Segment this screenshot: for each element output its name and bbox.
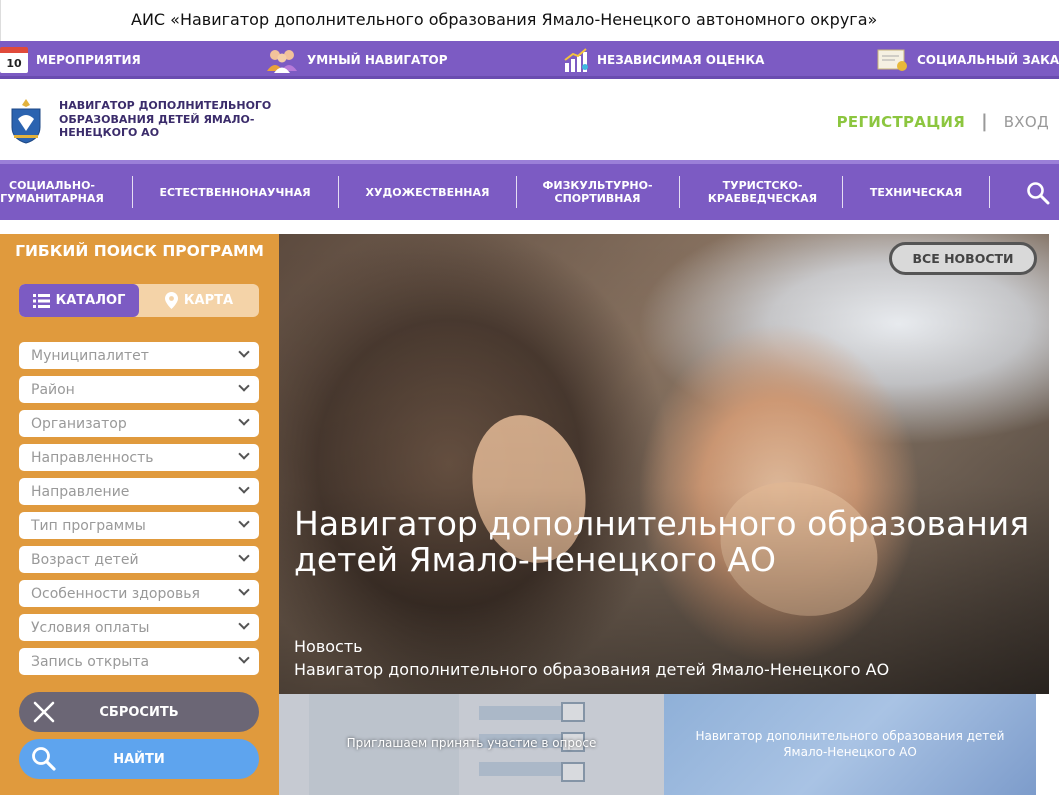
category-nav: Социально-гуманитарная Естественнонаучна…	[0, 160, 1059, 220]
panel-title: Гибкий поиск программ	[15, 242, 264, 260]
filter-focus[interactable]: Направленность	[19, 444, 259, 471]
filter-payment[interactable]: Условия оплаты	[19, 614, 259, 641]
card-caption: Приглашаем принять участие в опросе	[346, 736, 597, 750]
chevron-down-icon	[238, 516, 250, 528]
filter-direction[interactable]: Направление	[19, 478, 259, 505]
close-icon	[33, 701, 55, 723]
news-card[interactable]: Навигатор дополнительного образования де…	[664, 694, 1036, 795]
hero-news-slide[interactable]: Все новости Навигатор дополнительного об…	[279, 234, 1049, 694]
search-icon	[32, 747, 56, 771]
auth-links: Регистрация | Вход	[837, 111, 1049, 132]
site-header: Навигатор дополнительного образования де…	[0, 79, 1059, 161]
service-events[interactable]: 10 Мероприятия	[0, 41, 141, 79]
catalog-tab-label: Каталог	[55, 293, 126, 308]
search-icon[interactable]	[1026, 181, 1050, 205]
category-technical[interactable]: Техническая	[850, 164, 982, 220]
hero-overlay	[279, 234, 1049, 694]
filter-program-type[interactable]: Тип программы	[19, 512, 259, 539]
nav-divider	[842, 176, 843, 208]
auth-separator: |	[981, 111, 988, 132]
news-tag: Новость	[294, 637, 363, 656]
filter-organizer[interactable]: Организатор	[19, 410, 259, 437]
filter-child-age[interactable]: Возраст детей	[19, 546, 259, 573]
service-independent-assessment[interactable]: Независимая оценка	[563, 41, 764, 79]
nav-divider	[338, 176, 339, 208]
category-tourism[interactable]: Туристско-краеведческая	[695, 164, 830, 220]
chevron-down-icon	[238, 414, 250, 426]
filter-district[interactable]: Район	[19, 376, 259, 403]
people-icon	[267, 50, 297, 73]
chevron-down-icon	[238, 584, 250, 596]
nav-divider	[989, 176, 990, 208]
chevron-down-icon	[238, 482, 250, 494]
service-social-order-label: Социальный заказ	[917, 53, 1059, 67]
register-link[interactable]: Регистрация	[837, 113, 966, 131]
reset-button[interactable]: Сбросить	[19, 692, 259, 732]
logo-text[interactable]: Навигатор дополнительного образования де…	[59, 99, 279, 140]
page-margin	[1049, 234, 1059, 795]
filter-municipality[interactable]: Муниципалитет	[19, 342, 259, 369]
filter-health[interactable]: Особенности здоровья	[19, 580, 259, 607]
map-pin-icon	[164, 292, 178, 309]
catalog-tab[interactable]: Каталог	[19, 284, 139, 317]
filter-enrollment-open[interactable]: Запись открыта	[19, 648, 259, 675]
category-sports[interactable]: Физкультурно-спортивная	[530, 164, 665, 220]
reset-button-label: Сбросить	[99, 704, 179, 720]
list-icon	[32, 293, 50, 308]
certificate-icon	[877, 49, 907, 71]
hero-title: Навигатор дополнительного образования де…	[294, 504, 1030, 579]
news-card[interactable]: Приглашаем принять участие в опросе	[279, 694, 664, 795]
nav-divider	[516, 176, 517, 208]
services-bar: 10 Мероприятия Умный навигатор Независим…	[0, 41, 1059, 79]
login-link[interactable]: Вход	[1004, 113, 1049, 131]
flexible-search-panel: Гибкий поиск программ Каталог Карта Муни…	[0, 234, 279, 795]
nav-divider	[132, 176, 133, 208]
system-title: АИС «Навигатор дополнительного образован…	[131, 10, 878, 29]
view-toggle: Каталог Карта	[19, 284, 259, 317]
chevron-down-icon	[238, 652, 250, 664]
top-title-bar: АИС «Навигатор дополнительного образован…	[0, 0, 1059, 41]
all-news-button[interactable]: Все новости	[889, 242, 1037, 275]
chart-growth-icon	[564, 48, 588, 72]
service-smart-navigator-label: Умный навигатор	[307, 53, 448, 67]
coat-of-arms-icon[interactable]	[8, 97, 44, 145]
category-arts[interactable]: Художественная	[345, 164, 510, 220]
category-social-humanitarian[interactable]: Социально-гуманитарная	[0, 164, 104, 220]
chevron-down-icon	[238, 380, 250, 392]
chevron-down-icon	[238, 346, 250, 358]
map-tab-label: Карта	[183, 293, 234, 308]
chevron-down-icon	[238, 448, 250, 460]
chevron-down-icon	[238, 618, 250, 630]
find-button-label: Найти	[113, 751, 165, 767]
card-caption: Навигатор дополнительного образования де…	[695, 729, 1005, 759]
nav-divider	[679, 176, 680, 208]
calendar-icon: 10	[0, 47, 28, 73]
find-button[interactable]: Найти	[19, 739, 259, 779]
hero-subtitle: Навигатор дополнительного образования де…	[294, 660, 890, 679]
service-social-order[interactable]: Социальный заказ	[877, 41, 1059, 79]
service-independent-assessment-label: Независимая оценка	[597, 53, 765, 67]
category-natural-science[interactable]: Естественнонаучная	[140, 164, 330, 220]
chevron-down-icon	[238, 550, 250, 562]
service-events-label: Мероприятия	[36, 53, 141, 67]
service-smart-navigator[interactable]: Умный навигатор	[265, 41, 448, 79]
map-tab[interactable]: Карта	[139, 284, 259, 317]
